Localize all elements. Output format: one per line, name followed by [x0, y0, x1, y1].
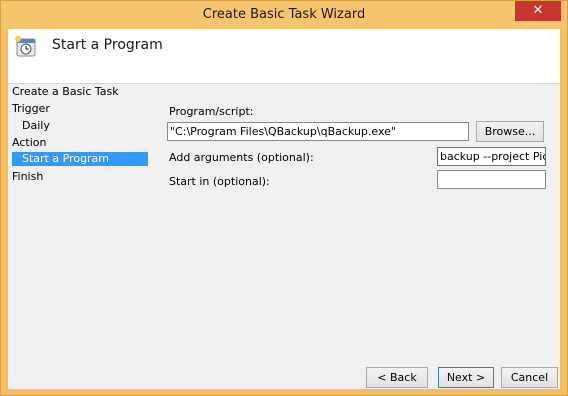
step-start-a-program[interactable]: Start a Program: [12, 152, 148, 166]
step-finish[interactable]: Finish: [12, 170, 43, 184]
step-create-basic-task[interactable]: Create a Basic Task: [12, 85, 119, 99]
program-script-input[interactable]: "C:\Program Files\QBackup\qBackup.exe": [167, 122, 469, 141]
title-bar[interactable]: Create Basic Task Wizard ✕: [1, 1, 567, 29]
page-title: Start a Program: [52, 37, 163, 53]
arguments-input[interactable]: backup --project Picture: [437, 147, 546, 166]
cancel-button[interactable]: Cancel: [501, 367, 558, 388]
wizard-client-area: Start a Program Create a Basic Task Trig…: [8, 29, 560, 389]
window-title: Create Basic Task Wizard: [202, 7, 366, 22]
step-action[interactable]: Action: [12, 136, 46, 150]
wizard-header: Start a Program: [8, 29, 560, 84]
start-in-input[interactable]: [437, 170, 546, 189]
close-button[interactable]: ✕: [515, 1, 561, 21]
step-trigger[interactable]: Trigger: [12, 102, 50, 116]
start-in-label: Start in (optional):: [169, 175, 270, 188]
next-button[interactable]: Next >: [438, 367, 494, 388]
program-script-label: Program/script:: [169, 105, 254, 118]
task-scheduler-clock-icon: [15, 36, 36, 57]
wizard-window: Create Basic Task Wizard ✕ Start a Progr…: [0, 0, 568, 396]
arguments-label: Add arguments (optional):: [169, 151, 314, 164]
close-icon: ✕: [532, 3, 544, 18]
step-daily[interactable]: Daily: [22, 119, 50, 133]
back-button[interactable]: < Back: [366, 367, 428, 388]
browse-button[interactable]: Browse...: [476, 121, 544, 142]
